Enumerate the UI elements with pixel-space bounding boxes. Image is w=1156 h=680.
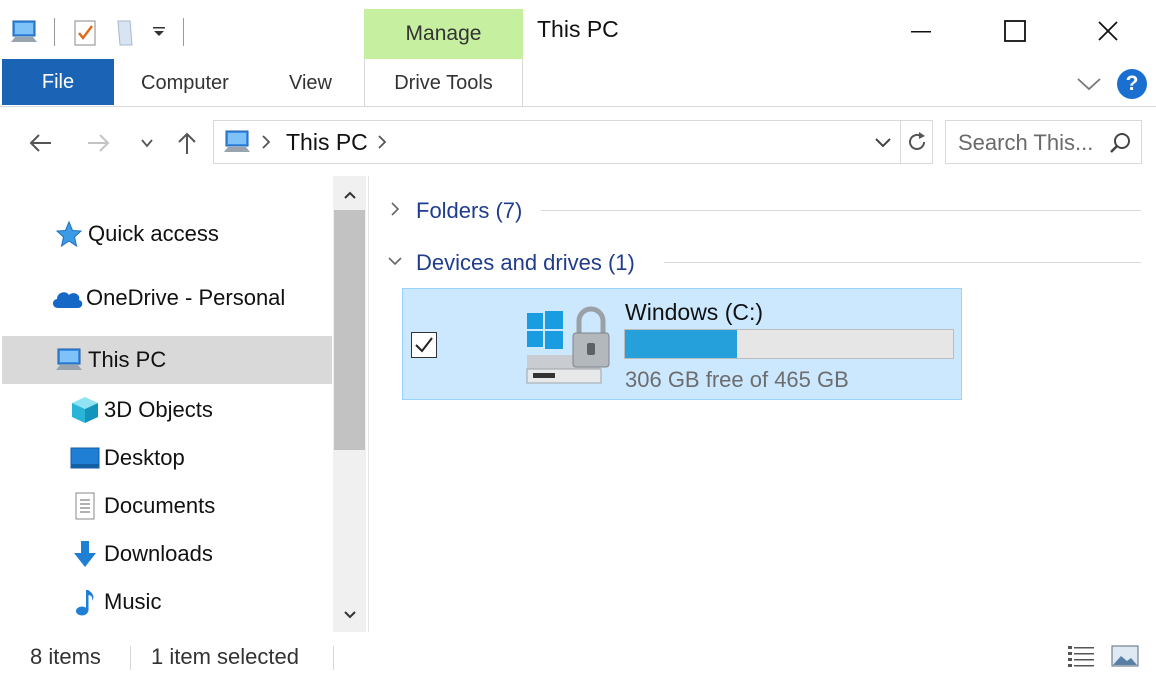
pane-divider[interactable] (368, 176, 369, 632)
locked-drive-icon (521, 297, 617, 393)
group-header-folders[interactable]: Folders (7) (386, 195, 522, 227)
nav-item-onedrive[interactable]: OneDrive - Personal (2, 274, 332, 322)
ribbon-tabs: File Computer View Drive Tools ? (0, 59, 1156, 107)
music-note-icon (68, 585, 102, 619)
toolbar-separator (54, 18, 55, 46)
computer-icon (52, 343, 86, 377)
status-bar: 8 items 1 item selected (0, 634, 1156, 680)
address-dropdown-icon[interactable] (870, 131, 896, 155)
tab-drive-tools[interactable]: Drive Tools (364, 59, 523, 107)
cube-icon (68, 393, 102, 427)
nav-item-this-pc[interactable]: This PC (2, 336, 332, 384)
nav-item-music[interactable]: Music (2, 578, 332, 626)
nav-item-downloads[interactable]: Downloads (2, 530, 332, 578)
navigation-bar: This PC Search This... (0, 108, 1156, 174)
group-header-label: Folders (7) (416, 198, 523, 223)
group-header-devices-and-drives[interactable]: Devices and drives (1) (386, 247, 635, 279)
scroll-up-icon[interactable] (333, 180, 366, 210)
refresh-button[interactable] (900, 121, 933, 163)
drive-usage-fill (625, 330, 738, 358)
new-folder-icon[interactable] (109, 14, 141, 50)
close-button[interactable] (1085, 8, 1131, 54)
title-bar: Manage This PC (0, 0, 1156, 60)
up-button[interactable] (170, 126, 204, 160)
nav-item-desktop[interactable]: Desktop (2, 434, 332, 482)
nav-item-label: Documents (104, 493, 216, 518)
tab-view[interactable]: View (289, 59, 332, 107)
computer-app-icon[interactable] (8, 14, 40, 50)
document-icon (68, 489, 102, 523)
drive-item-windows-c[interactable]: Windows (C:) 306 GB free of 465 GB (402, 288, 962, 400)
minimize-button[interactable] (898, 8, 944, 54)
expand-ribbon-button[interactable] (1074, 69, 1104, 99)
large-icons-view-icon[interactable] (1110, 642, 1140, 670)
drive-free-space: 306 GB free of 465 GB (625, 367, 849, 392)
navigation-pane: Quick access OneDrive - Personal This PC… (0, 176, 368, 632)
tab-computer[interactable]: Computer (141, 59, 229, 107)
cloud-icon (50, 281, 84, 315)
search-icon[interactable] (1108, 131, 1132, 160)
download-arrow-icon (68, 537, 102, 571)
nav-item-documents[interactable]: Documents (2, 482, 332, 530)
drive-usage-bar (624, 329, 954, 359)
status-separator (130, 646, 131, 670)
search-box[interactable]: Search This... (945, 120, 1142, 164)
toolbar-separator (183, 18, 184, 46)
breadcrumb-chevron-icon[interactable] (376, 133, 388, 156)
details-view-icon[interactable] (1066, 642, 1096, 670)
group-divider (664, 262, 1141, 263)
item-count: 8 items (30, 644, 101, 669)
help-button[interactable]: ? (1117, 69, 1147, 99)
nav-item-label: Desktop (104, 445, 185, 470)
group-divider (541, 210, 1141, 211)
item-checkbox[interactable] (411, 332, 437, 358)
selection-count: 1 item selected (151, 644, 299, 669)
star-icon (52, 217, 86, 251)
computer-icon (222, 128, 252, 161)
breadcrumb-chevron-icon[interactable] (260, 133, 272, 156)
chevron-down-icon[interactable] (386, 250, 404, 276)
desktop-icon (68, 441, 102, 475)
chevron-right-icon[interactable] (386, 198, 404, 224)
nav-item-label: 3D Objects (104, 397, 213, 422)
nav-item-label: OneDrive - Personal (86, 285, 286, 310)
nav-item-3d-objects[interactable]: 3D Objects (2, 386, 332, 434)
manage-context-tab[interactable]: Manage (364, 9, 523, 59)
back-button[interactable] (24, 126, 58, 160)
group-header-label: Devices and drives (1) (416, 250, 635, 275)
nav-item-label: Music (104, 589, 162, 614)
maximize-button[interactable] (992, 8, 1038, 54)
nav-pane-scrollbar[interactable] (333, 176, 366, 632)
properties-icon[interactable] (69, 14, 101, 50)
forward-button[interactable] (81, 126, 115, 160)
window-title: This PC (537, 16, 619, 42)
tab-file[interactable]: File (2, 59, 114, 105)
nav-item-label: Quick access (88, 221, 219, 246)
quick-access-toolbar (8, 14, 190, 50)
breadcrumb-this-pc[interactable]: This PC (286, 129, 368, 156)
scrollbar-thumb[interactable] (334, 210, 365, 450)
nav-item-label: Downloads (104, 541, 213, 566)
nav-item-label: This PC (88, 347, 167, 372)
nav-item-quick-access[interactable]: Quick access (2, 210, 332, 258)
status-separator (333, 646, 334, 670)
search-placeholder: Search This... (958, 130, 1094, 155)
recent-locations-button[interactable] (130, 126, 164, 160)
customize-toolbar-icon[interactable] (149, 14, 169, 50)
scroll-down-icon[interactable] (333, 600, 366, 630)
drive-name: Windows (C:) (625, 299, 764, 325)
address-bar[interactable]: This PC (213, 120, 933, 164)
